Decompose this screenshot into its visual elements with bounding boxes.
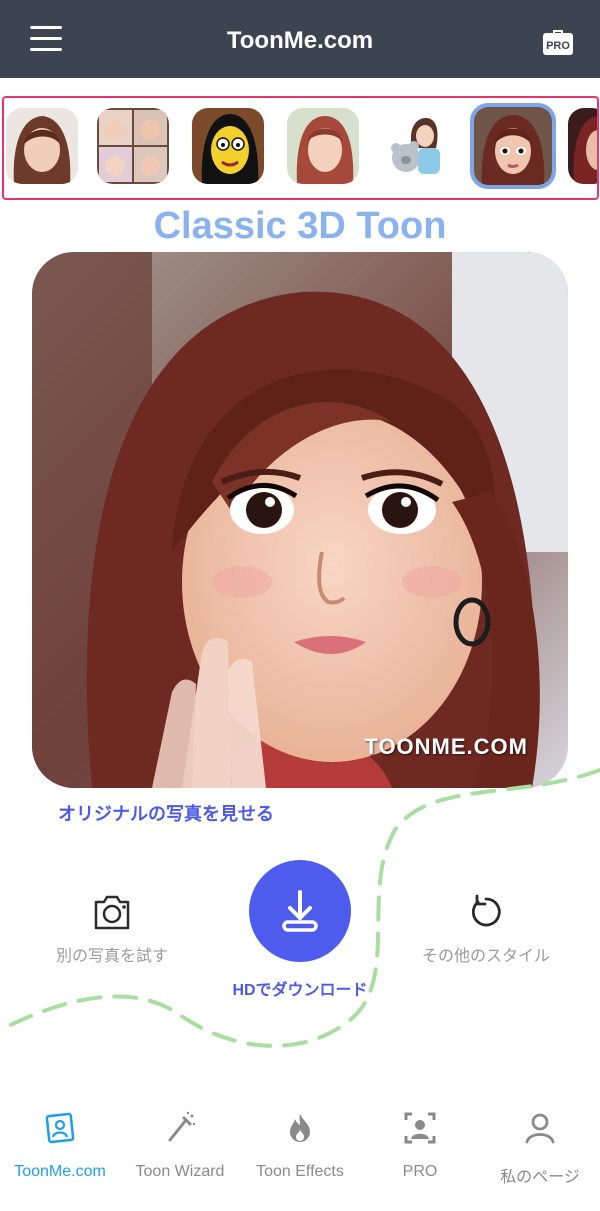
user-icon bbox=[525, 1113, 555, 1144]
style-thumb-classic-3d[interactable] bbox=[470, 103, 556, 189]
app-title: ToonMe.com bbox=[226, 27, 374, 54]
toon-result-image: TOONME.COM bbox=[32, 252, 568, 788]
nav-item-my-page[interactable]: 私のページ bbox=[480, 1110, 600, 1187]
watermark-text: TOONME.COM bbox=[364, 734, 528, 759]
try-another-photo-label: 別の写真を試す bbox=[55, 948, 168, 965]
bottom-nav: ToonMe.com Toon Wizard Toon Effects PRO … bbox=[0, 1100, 600, 1190]
nav-label-toon-effects: Toon Effects bbox=[256, 1163, 344, 1180]
pro-bag-icon[interactable]: PRO bbox=[542, 24, 574, 56]
style-thumb-soft-paint[interactable] bbox=[287, 108, 359, 184]
refresh-icon bbox=[471, 894, 501, 927]
top-bar: ToonMe.com PRO bbox=[0, 0, 600, 78]
try-another-photo-button[interactable]: 別の写真を試す bbox=[50, 894, 174, 966]
nav-item-toon-effects[interactable]: Toon Effects bbox=[240, 1110, 360, 1181]
nav-label-toonme: ToonMe.com bbox=[14, 1163, 106, 1180]
pro-frame-icon bbox=[404, 1112, 436, 1144]
style-thumb-teddy-bear[interactable] bbox=[382, 108, 454, 184]
nav-item-toon-wizard[interactable]: Toon Wizard bbox=[120, 1110, 240, 1181]
other-styles-label: その他のスタイル bbox=[421, 948, 550, 965]
nav-label-my-page: 私のページ bbox=[500, 1169, 580, 1186]
show-original-link[interactable]: オリジナルの写真を見せる bbox=[58, 800, 274, 826]
download-hd-label[interactable]: HDでダウンロード bbox=[200, 976, 400, 1000]
style-thumb-yellow-cartoon[interactable] bbox=[192, 108, 264, 184]
download-hd-button[interactable] bbox=[249, 860, 351, 962]
style-thumb-collage[interactable] bbox=[97, 108, 169, 184]
nav-label-toon-wizard: Toon Wizard bbox=[135, 1163, 225, 1180]
style-thumb-portrait[interactable] bbox=[6, 108, 78, 184]
style-carousel[interactable] bbox=[2, 96, 599, 200]
selected-style-title: Classic 3D Toon bbox=[153, 205, 447, 247]
nav-item-toonme[interactable]: ToonMe.com bbox=[0, 1110, 120, 1181]
nav-item-pro[interactable]: PRO bbox=[360, 1110, 480, 1181]
pro-badge-label: PRO bbox=[546, 40, 570, 52]
download-icon bbox=[282, 890, 318, 932]
fire-icon bbox=[290, 1114, 310, 1142]
style-thumb-partial[interactable] bbox=[568, 108, 597, 184]
toonme-icon bbox=[45, 1112, 75, 1144]
wand-icon bbox=[168, 1111, 196, 1142]
camera-icon bbox=[94, 895, 130, 930]
other-styles-button[interactable]: その他のスタイル bbox=[416, 894, 556, 966]
nav-label-pro: PRO bbox=[402, 1163, 438, 1180]
